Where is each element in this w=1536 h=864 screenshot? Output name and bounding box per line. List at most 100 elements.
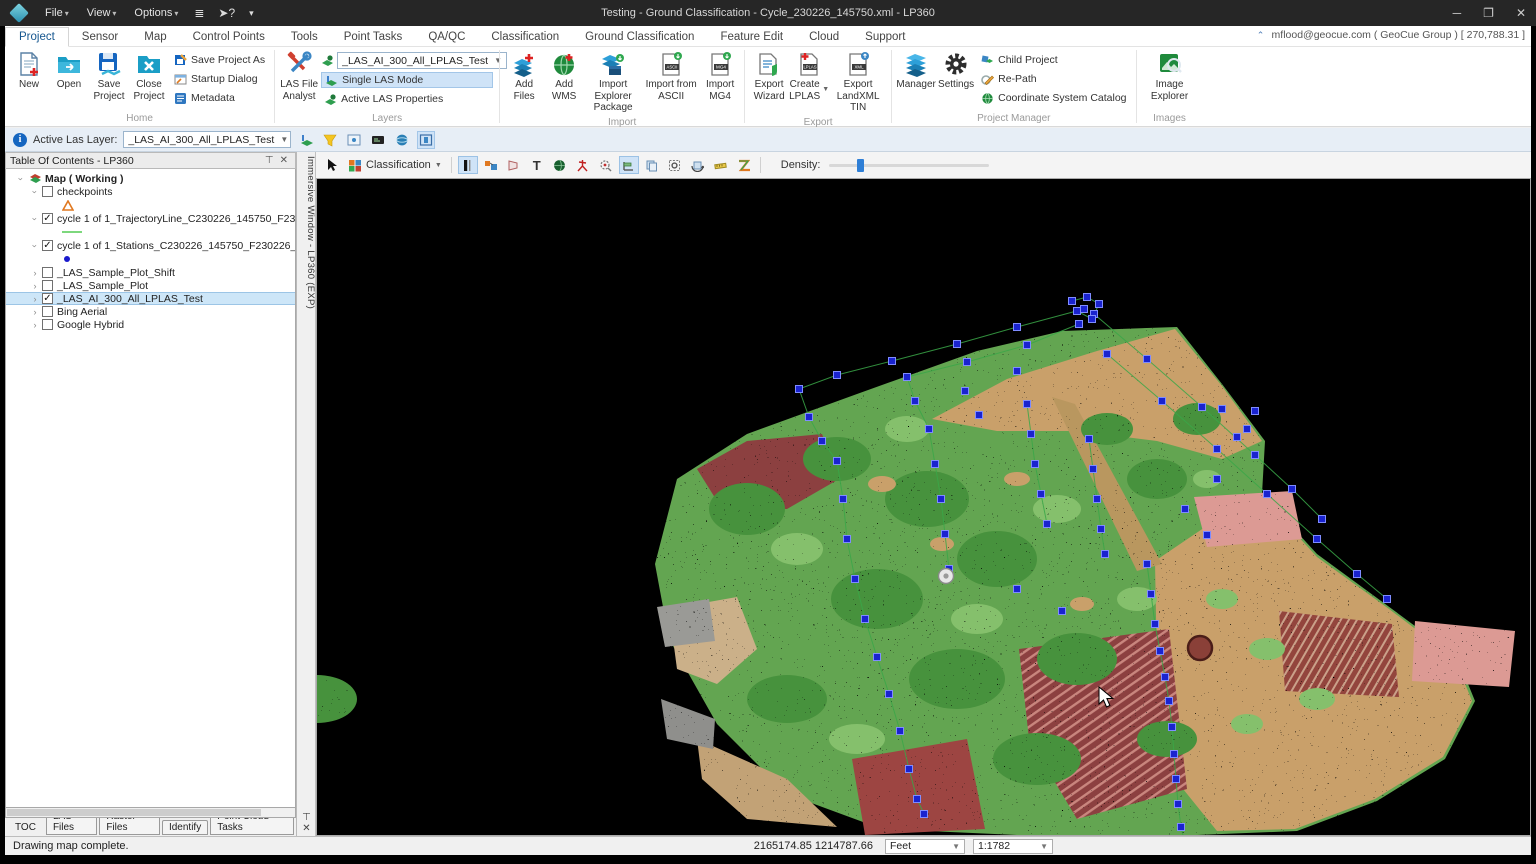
viewer-window-icon[interactable] xyxy=(345,131,363,149)
single-las-mode-button[interactable]: Single LAS Mode xyxy=(321,72,493,88)
save-project-button[interactable]: Save Project xyxy=(89,49,129,104)
pin-icon[interactable]: ⊤ xyxy=(302,812,311,823)
close-panel-icon[interactable]: ✕ xyxy=(277,155,291,166)
tab-map[interactable]: Map xyxy=(131,28,179,46)
density-slider[interactable] xyxy=(829,164,989,167)
immersive-view-icon[interactable] xyxy=(417,131,435,149)
menu-file[interactable]: File▾ xyxy=(36,7,78,19)
classify-z-tool-icon[interactable] xyxy=(734,156,754,174)
settings-button[interactable]: Settings xyxy=(936,49,976,93)
density-slider-thumb[interactable] xyxy=(857,159,864,172)
child-project-button[interactable]: Child Project xyxy=(978,52,1129,68)
tab-tools[interactable]: Tools xyxy=(278,28,331,46)
toc-item-map[interactable]: › Map ( Working ) xyxy=(6,172,295,185)
checkbox-unchecked[interactable] xyxy=(42,306,53,317)
export-landxml-tin-button[interactable]: XML Export LandXML TIN xyxy=(829,49,887,116)
coordinate-system-catalog-button[interactable]: Coordinate System Catalog xyxy=(978,90,1129,106)
layers-combo[interactable]: _LAS_AI_300_All_LPLAS_Test▼ xyxy=(337,52,507,69)
zoom-selection-tool-icon[interactable] xyxy=(596,156,616,174)
expander-icon[interactable]: › xyxy=(30,294,40,304)
expander-icon[interactable]: › xyxy=(30,268,40,278)
close-button[interactable]: ✕ xyxy=(1516,6,1526,20)
toc-item-sample-plot[interactable]: › _LAS_Sample_Plot xyxy=(6,279,295,292)
checkbox-unchecked[interactable] xyxy=(42,186,53,197)
globe-tool-icon[interactable] xyxy=(550,156,570,174)
import-mg4-button[interactable]: MG4 Import MG4 xyxy=(700,49,740,104)
map-viewport[interactable] xyxy=(316,178,1531,836)
image-explorer-button[interactable]: Image Explorer xyxy=(1141,49,1199,104)
identify-tab[interactable]: Identify xyxy=(162,820,208,835)
cone-view-tool-icon[interactable] xyxy=(504,156,524,174)
toc-item-sample-plot-shift[interactable]: › _LAS_Sample_Plot_Shift xyxy=(6,266,295,279)
profile-bar-tool-icon[interactable] xyxy=(458,156,478,174)
manager-button[interactable]: Manager xyxy=(896,49,936,93)
checkbox-checked[interactable]: ✓ xyxy=(42,240,53,251)
tab-project[interactable]: Project xyxy=(5,27,69,47)
units-combo[interactable]: Feet▼ xyxy=(885,839,965,854)
add-files-button[interactable]: Add Files xyxy=(504,49,544,104)
tab-feature-edit[interactable]: Feature Edit xyxy=(707,28,796,46)
tab-control-points[interactable]: Control Points xyxy=(180,28,278,46)
console-icon[interactable] xyxy=(369,131,387,149)
tab-point-tasks[interactable]: Point Tasks xyxy=(331,28,416,46)
startup-dialog-button[interactable]: Startup Dialog xyxy=(171,71,268,87)
close-panel-icon[interactable]: ✕ xyxy=(302,823,310,834)
save-project-as-button[interactable]: Save Project As xyxy=(171,52,268,68)
select-pointer-icon[interactable] xyxy=(322,156,342,174)
open-button[interactable]: Open xyxy=(49,49,89,93)
sphere-3d-icon[interactable] xyxy=(393,131,411,149)
profile-section-tool-icon[interactable] xyxy=(619,156,639,174)
menu-options[interactable]: Options▾ xyxy=(125,7,187,19)
3d-viewer-tool-icon[interactable] xyxy=(481,156,501,174)
scale-combo[interactable]: 1:1782▼ xyxy=(973,839,1053,854)
import-explorer-package-button[interactable]: Import Explorer Package xyxy=(584,49,642,116)
expander-icon[interactable]: › xyxy=(30,281,40,291)
tab-support[interactable]: Support xyxy=(852,28,918,46)
toc-tab[interactable]: TOC xyxy=(7,820,44,835)
checkbox-checked[interactable]: ✓ xyxy=(42,293,53,304)
expander-icon[interactable]: › xyxy=(30,307,40,317)
checkbox-unchecked[interactable] xyxy=(42,280,53,291)
las-file-analyst-button[interactable]: LAS File Analyst xyxy=(279,49,319,104)
pin-icon[interactable]: ⊤ xyxy=(262,155,277,166)
checkbox-unchecked[interactable] xyxy=(42,267,53,278)
minimize-button[interactable]: ─ xyxy=(1453,6,1462,20)
tab-qaqc[interactable]: QA/QC xyxy=(415,28,478,46)
expander-icon[interactable]: › xyxy=(30,187,40,197)
toc-item-trajectoryline[interactable]: › ✓ cycle 1 of 1_TrajectoryLine_C230226_… xyxy=(6,212,295,225)
layer-display-icon[interactable] xyxy=(297,131,315,149)
tab-ground-classification[interactable]: Ground Classification xyxy=(572,28,707,46)
toc-horizontal-scrollbar[interactable] xyxy=(5,808,296,818)
expander-icon[interactable]: › xyxy=(30,241,40,251)
text-tool-icon[interactable]: T xyxy=(527,156,547,174)
expander-icon[interactable]: › xyxy=(30,214,40,224)
toc-item-las-ai-300[interactable]: › ✓ _LAS_AI_300_All_LPLAS_Test xyxy=(6,292,295,305)
create-lplas-button[interactable]: LPLAS Create LPLAS▼ xyxy=(789,49,829,104)
toc-item-checkpoints[interactable]: › checkpoints xyxy=(6,185,295,198)
toolbar-overflow-icon[interactable]: ▾ xyxy=(249,8,254,19)
copy-tool-icon[interactable] xyxy=(642,156,662,174)
measure-tool-icon[interactable] xyxy=(711,156,731,174)
export-wizard-button[interactable]: Export Wizard xyxy=(749,49,789,104)
maximize-button[interactable]: ❐ xyxy=(1483,6,1494,20)
account-info[interactable]: ⌃ mflood@geocue.com ( GeoCue Group ) [ 2… xyxy=(1256,29,1525,41)
tab-classification[interactable]: Classification xyxy=(478,28,572,46)
re-path-button[interactable]: Re-Path xyxy=(978,71,1129,87)
active-las-layer-combo[interactable]: _LAS_AI_300_All_LPLAS_Test▼ xyxy=(123,131,291,148)
info-icon[interactable]: i xyxy=(13,133,27,147)
toc-item-google-hybrid[interactable]: › Google Hybrid xyxy=(6,318,295,331)
close-project-button[interactable]: Close Project xyxy=(129,49,169,104)
add-wms-button[interactable]: Add WMS xyxy=(544,49,584,104)
toc-item-bing-aerial[interactable]: › Bing Aerial xyxy=(6,305,295,318)
active-las-properties-button[interactable]: Active LAS Properties xyxy=(321,91,493,107)
tab-sensor[interactable]: Sensor xyxy=(69,28,131,46)
new-button[interactable]: New xyxy=(9,49,49,93)
expander-icon[interactable]: › xyxy=(16,174,26,184)
help-pointer-icon[interactable]: ➤? xyxy=(218,6,235,20)
trajectory-tool-icon[interactable] xyxy=(573,156,593,174)
filter-icon[interactable] xyxy=(321,131,339,149)
selection-settings-tool-icon[interactable] xyxy=(665,156,685,174)
tab-cloud[interactable]: Cloud xyxy=(796,28,852,46)
list-icon[interactable]: ≣ xyxy=(194,6,204,20)
expander-icon[interactable]: › xyxy=(30,320,40,330)
